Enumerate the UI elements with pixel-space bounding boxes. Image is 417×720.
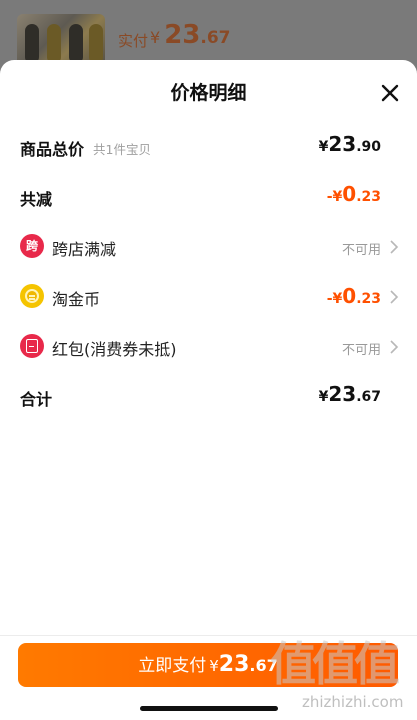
row-reduction: 共减 -¥0.23 <box>0 182 417 212</box>
currency-symbol: -¥ <box>326 189 343 205</box>
row-taojinbi[interactable]: 淘金币 -¥0.23 <box>0 282 417 312</box>
taojinbi-value: -¥0.23 <box>327 284 381 308</box>
price-dec: .23 <box>356 189 381 205</box>
currency-symbol: ¥ <box>318 139 329 155</box>
pay-now-label: 立即支付 <box>138 656 207 676</box>
watermark-site: zhizhizhi.com <box>302 693 404 711</box>
red-packet-label: 红包(消费券未抵) <box>52 340 177 359</box>
reduction-value: -¥0.23 <box>327 182 381 206</box>
close-icon <box>381 84 399 102</box>
sum-value: ¥23.67 <box>319 382 381 406</box>
watermark-logo: 值值值 <box>270 637 400 691</box>
cross-store-status: 不可用 <box>341 243 381 258</box>
pay-currency: ¥ <box>209 657 219 675</box>
thumbnail-item <box>69 24 83 64</box>
chevron-right-icon <box>389 289 399 305</box>
price-int: 0 <box>342 284 357 308</box>
reduction-label: 共减 <box>20 190 53 209</box>
total-price-value: ¥23.90 <box>319 132 381 156</box>
cross-store-badge-icon: 跨 <box>20 234 44 258</box>
chevron-right-icon <box>389 239 399 255</box>
row-sum: 合计 ¥23.67 <box>0 382 417 412</box>
taojinbi-label: 淘金币 <box>52 290 101 309</box>
price-int: 0 <box>342 182 357 206</box>
red-packet-status: 不可用 <box>341 343 381 358</box>
row-cross-store-discount[interactable]: 跨 跨店满减 不可用 <box>0 232 417 262</box>
price-dec: .23 <box>356 291 381 307</box>
home-indicator <box>140 706 278 711</box>
price-int: 23 <box>328 382 357 406</box>
sheet-title: 价格明细 <box>170 82 247 104</box>
price-dec: .90 <box>356 139 381 155</box>
thumbnail-item <box>47 24 61 64</box>
chevron-right-icon <box>389 339 399 355</box>
coin-inner <box>25 289 39 303</box>
price-detail-sheet: 价格明细 商品总价 共1件宝贝 ¥23.90 共减 -¥0.23 跨 跨店满减 … <box>0 60 417 720</box>
price-int: 23 <box>328 132 357 156</box>
gold-coin-icon <box>20 284 44 308</box>
currency-symbol: -¥ <box>326 291 343 307</box>
paid-price-currency: ¥ <box>150 28 161 47</box>
currency-symbol: ¥ <box>318 389 329 405</box>
thumbnail-item <box>89 24 103 64</box>
price-dec: .67 <box>356 389 381 405</box>
sum-label: 合计 <box>20 390 53 409</box>
total-price-label: 商品总价 <box>20 140 85 159</box>
row-total-price: 商品总价 共1件宝贝 ¥23.90 <box>0 132 417 162</box>
red-packet-icon <box>20 334 44 358</box>
close-button[interactable] <box>379 82 401 104</box>
row-red-packet[interactable]: 红包(消费券未抵) 不可用 <box>0 332 417 362</box>
thumbnail-item <box>25 24 39 64</box>
paid-price-int: 23 <box>164 20 201 50</box>
item-count: 共1件宝贝 <box>93 142 151 157</box>
paid-price-dec: .67 <box>200 28 231 48</box>
pay-amount-int: 23 <box>218 652 250 677</box>
envelope-shape <box>26 339 38 353</box>
cross-store-label: 跨店满减 <box>52 240 117 259</box>
paid-label: 实付 <box>118 32 149 50</box>
paid-price: ¥23.67 <box>150 20 231 50</box>
